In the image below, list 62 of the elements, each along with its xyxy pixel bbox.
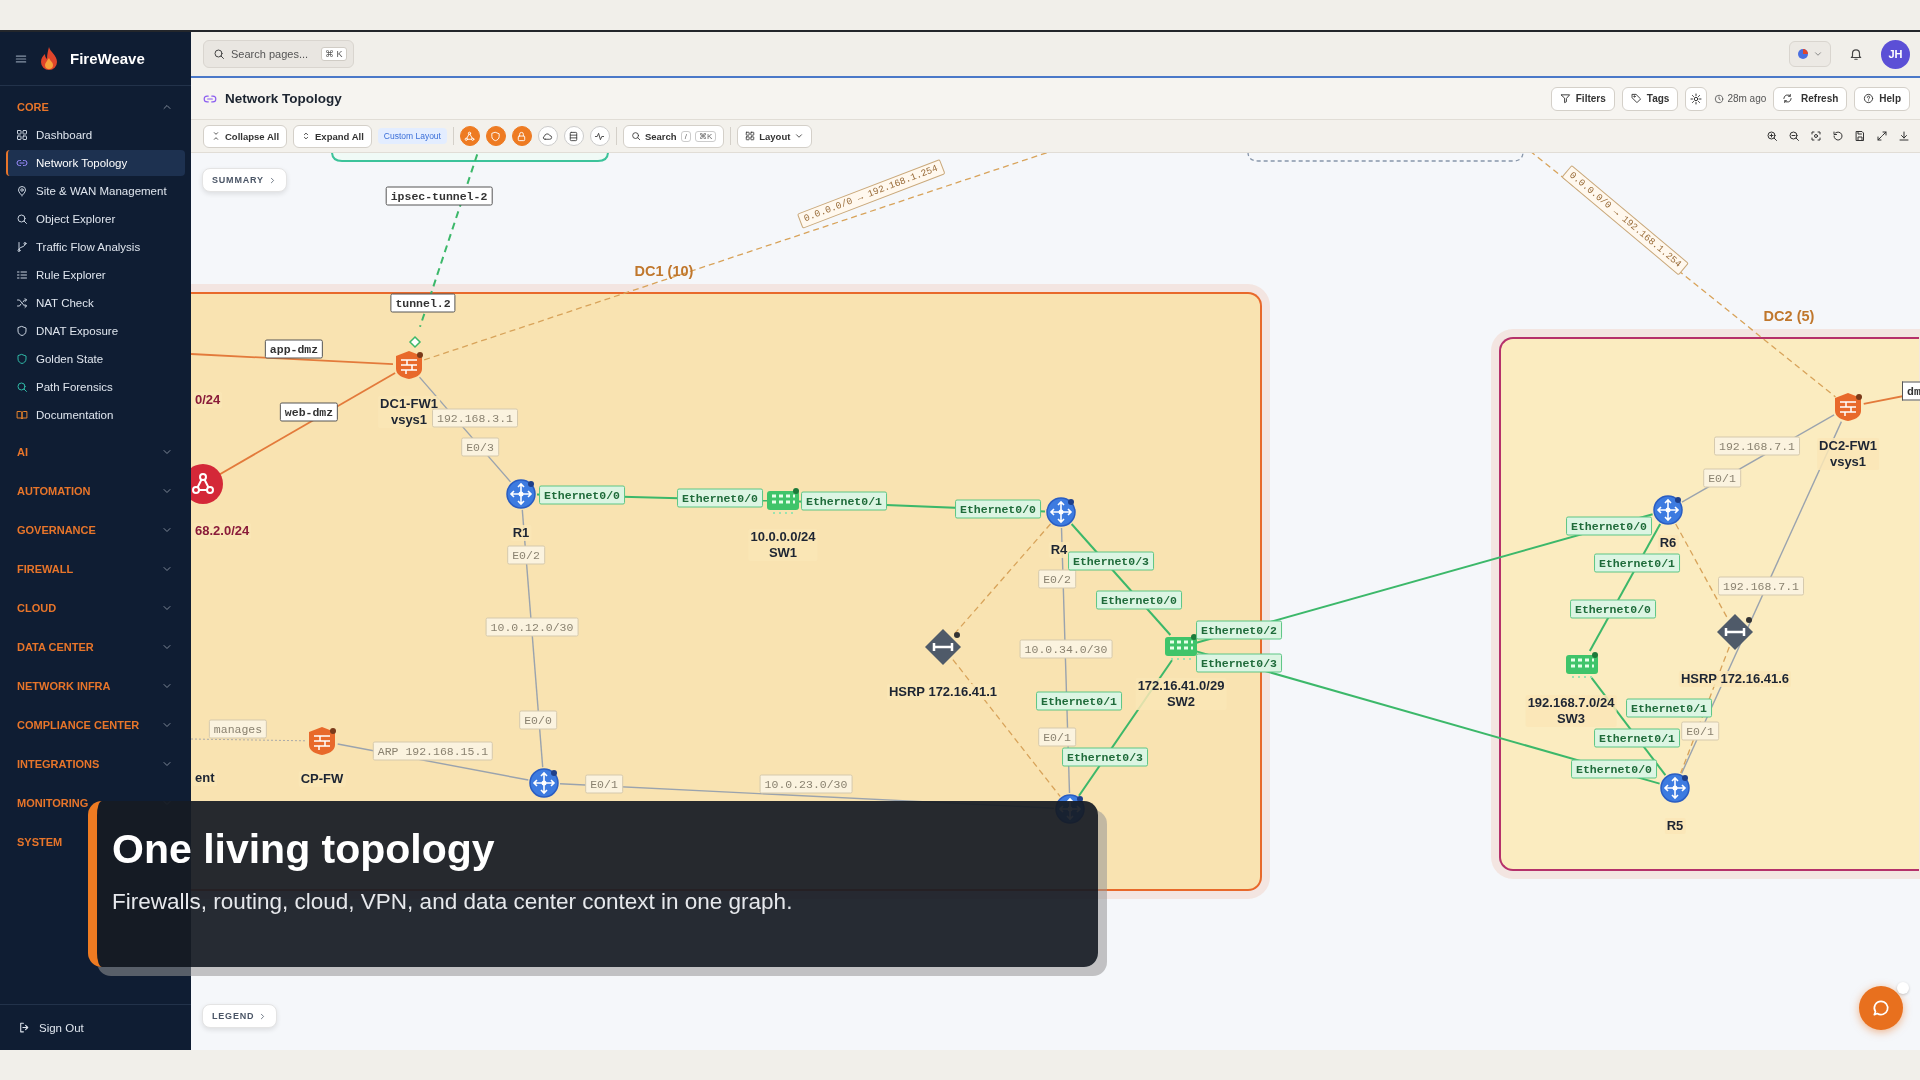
node-label: 172.16.41.0/29 SW2 [1135, 678, 1227, 710]
link-label: Ethernet0/0 [1570, 599, 1656, 619]
link-label: E0/1 [585, 774, 623, 794]
link-label: Ethernet0/3 [1068, 551, 1154, 571]
group-label: DC1 (10) [634, 263, 694, 279]
link-label: E0/2 [1038, 569, 1076, 589]
link-label: Ethernet0/1 [1626, 698, 1712, 718]
node-label: CP-FW [298, 771, 346, 787]
link-label: Ethernet0/1 [1594, 553, 1680, 573]
node-label: R6 [1657, 535, 1679, 551]
link-label: 192.168.7.1 [1718, 576, 1804, 596]
node-label: R5 [1664, 818, 1686, 834]
node-label: R4 [1048, 542, 1070, 558]
node-label: 0/24 [193, 392, 223, 408]
link-label: E0/1 [1038, 727, 1076, 747]
link-label: Ethernet0/1 [801, 491, 887, 511]
intro-title: One living topology [112, 825, 496, 874]
link-label: E0/1 [1681, 721, 1719, 741]
link-label: Ethernet0/2 [1196, 620, 1282, 640]
link-label: web-dmz [279, 402, 339, 422]
link-label: Ethernet0/0 [677, 488, 763, 508]
node-label: ent [193, 770, 217, 786]
link-label: Ethernet0/0 [1571, 759, 1657, 779]
node-label: HSRP 172.16.41.1 [886, 684, 1000, 700]
link-label: dm [1902, 381, 1920, 401]
node-label: DC2-FW1 vsys1 [1817, 438, 1879, 470]
shortcut-key: / [680, 130, 691, 142]
link-label: 192.168.7.1 [1714, 436, 1800, 456]
page-title: Network Topology [225, 91, 342, 106]
node-label: HSRP 172.16.41.6 [1678, 671, 1792, 687]
node-label: 10.0.0.0/24 SW1 [748, 529, 818, 561]
link-label: 10.0.23.0/30 [759, 774, 853, 794]
link-label: ARP 192.168.15.1 [372, 741, 494, 761]
link-label: E0/2 [507, 545, 545, 565]
link-label: Ethernet0/3 [1196, 653, 1282, 673]
link-label: app-dmz [264, 339, 324, 359]
link-label: E0/1 [1703, 468, 1741, 488]
node-label: R1 [510, 525, 532, 541]
link-label: 10.0.34.0/30 [1019, 639, 1113, 659]
link-label: Ethernet0/0 [1566, 516, 1652, 536]
link-label: 10.0.12.0/30 [485, 617, 579, 637]
node-label: 192.168.7.0/24 SW3 [1525, 695, 1617, 727]
link-label: 192.168.3.1 [432, 408, 518, 428]
link-label: manages [208, 719, 268, 739]
shortcut-key: ⌘ K [321, 47, 347, 61]
shortcut-key: ⌘K [694, 130, 717, 142]
link-label: Ethernet0/1 [1036, 691, 1122, 711]
link-label: tunnel.2 [390, 293, 456, 313]
link-label: Ethernet0/3 [1062, 747, 1148, 767]
link-label: E0/3 [461, 437, 499, 457]
link-label: ipsec-tunnel-2 [385, 186, 493, 206]
updated-time: 28m ago [1714, 93, 1767, 104]
link-label: E0/0 [519, 710, 557, 730]
link-label: Ethernet0/0 [1096, 590, 1182, 610]
link-label: Ethernet0/1 [1594, 728, 1680, 748]
intro-text: Firewalls, routing, cloud, VPN, and data center context in one graph. [112, 889, 794, 915]
node-label: 68.2.0/24 [193, 523, 252, 539]
link-label: Ethernet0/0 [955, 499, 1041, 519]
layout-badge: Custom Layout [377, 128, 447, 144]
group-label: DC2 (5) [1763, 308, 1815, 324]
app-name: FireWeave [70, 50, 145, 67]
link-label: Ethernet0/0 [539, 485, 625, 505]
